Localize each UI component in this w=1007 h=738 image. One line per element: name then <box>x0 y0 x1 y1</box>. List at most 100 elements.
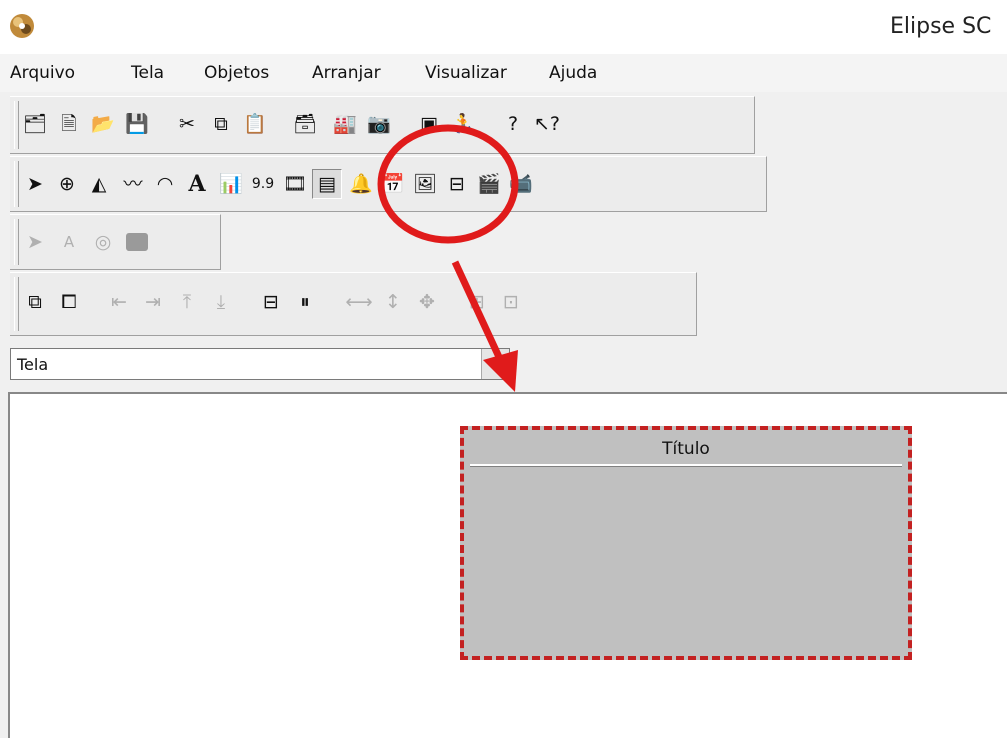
menu-objetos[interactable]: Objetos <box>204 63 269 83</box>
screenshot-button[interactable]: 📷 <box>364 109 394 139</box>
video-icon: 🎬 <box>477 172 501 195</box>
select-disabled-button[interactable]: ➤ <box>20 227 50 257</box>
new-file-button[interactable]: 🗎 <box>54 109 84 139</box>
align-top-icon: ⤒ <box>182 290 192 313</box>
draw-tool-button[interactable]: ◭ <box>84 169 114 199</box>
grid-icon: ⊡ <box>503 290 519 313</box>
setpoint-tool-button[interactable]: ⊕ <box>52 169 82 199</box>
bar-chart-icon: 📊 <box>219 172 243 195</box>
browser-tool-button[interactable]: 📅 <box>378 169 408 199</box>
run-test-button[interactable]: ▣ <box>414 109 444 139</box>
chevron-down-icon <box>490 361 500 367</box>
alarm-summary-icon: ▤ <box>318 172 336 195</box>
toolbar-grip[interactable] <box>14 161 19 207</box>
camera-tool-button[interactable]: 📹 <box>506 169 536 199</box>
video-tool-button[interactable]: 🎬 <box>474 169 504 199</box>
toolbar-grip[interactable] <box>14 277 19 331</box>
same-size-button[interactable]: ⊞ <box>462 287 492 317</box>
scissors-icon: ✂ <box>179 112 195 135</box>
paste-button[interactable]: 📋 <box>240 109 270 139</box>
center-vertical-icon: ⏸ <box>300 290 310 313</box>
context-help-button[interactable]: ↖? <box>532 109 562 139</box>
calendar-icon: 📅 <box>381 172 405 195</box>
text-tool-button[interactable]: A <box>182 169 212 199</box>
align-left-icon: ⇤ <box>111 290 127 313</box>
screen-selector-dropdown-button[interactable] <box>481 349 509 379</box>
application-button[interactable]: 🏭 <box>330 109 360 139</box>
menu-arquivo[interactable]: Arquivo <box>10 63 75 83</box>
toolbar-grip[interactable] <box>14 101 19 149</box>
alarm-summary-tool-button[interactable]: ▤ <box>312 169 342 199</box>
cut-button[interactable]: ✂ <box>172 109 202 139</box>
menu-visualizar[interactable]: Visualizar <box>425 63 507 83</box>
menu-ajuda[interactable]: Ajuda <box>549 63 597 83</box>
display-tool-button[interactable]: 9.9 <box>248 169 278 199</box>
align-bottom-icon: ⤓ <box>216 290 226 313</box>
arrow-question-icon: ↖? <box>533 112 560 135</box>
bell-icon: 🔔 <box>349 172 373 195</box>
space-horizontal-icon: ⟷ <box>345 290 373 313</box>
alarm-tool-button[interactable]: 🔔 <box>346 169 376 199</box>
gauge-icon: ◠ <box>156 172 174 195</box>
run-button[interactable]: 🏃 <box>448 109 478 139</box>
activex-tool-button[interactable]: ⊟ <box>442 169 472 199</box>
open-button[interactable]: 📂 <box>88 109 118 139</box>
space-horizontal-button[interactable]: ⟷ <box>344 287 374 317</box>
new-app-button[interactable]: 🗂 <box>20 109 50 139</box>
align-right-button[interactable]: ⇥ <box>138 287 168 317</box>
animation-tool-button[interactable]: 🎞 <box>280 169 310 199</box>
send-back-icon: ⧠ <box>61 290 77 313</box>
help-button[interactable]: ? <box>498 109 528 139</box>
shape-disabled-button[interactable]: ◎ <box>88 227 118 257</box>
text-disabled-button[interactable]: A <box>54 227 84 257</box>
gauge-tool-button[interactable]: ◠ <box>150 169 180 199</box>
trend-icon: 〰 <box>123 172 143 195</box>
film-strip-icon: 🎞 <box>282 172 308 195</box>
screen-selector-value: Tela <box>17 355 49 374</box>
shapes-icon: ◭ <box>91 172 107 195</box>
center-horizontal-button[interactable]: ⊟ <box>256 287 286 317</box>
rounded-rectangle-icon <box>126 233 148 251</box>
center-vertical-button[interactable]: ⏸ <box>290 287 320 317</box>
space-vertical-icon: ↕ <box>385 290 401 313</box>
same-size-icon: ⊞ <box>469 290 485 313</box>
grid-align-button[interactable]: ⊡ <box>496 287 526 317</box>
space-vertical-button[interactable]: ↕ <box>378 287 408 317</box>
clipboard-icon: 📋 <box>243 112 267 135</box>
text-icon: A <box>188 171 206 197</box>
drawing-toolbar: ➤ A ◎ <box>10 214 221 270</box>
menu-arranjar[interactable]: Arranjar <box>312 63 381 83</box>
center-both-icon: ✥ <box>419 290 435 313</box>
picture-icon: 🖼 <box>412 172 438 195</box>
picture-tool-button[interactable]: 🖼 <box>410 169 440 199</box>
numeric-display-icon: 9.9 <box>251 176 275 192</box>
organizer-button[interactable]: 🗃 <box>290 109 320 139</box>
arrange-toolbar: ⧉ ⧠ ⇤ ⇥ ⤒ ⤓ ⊟ ⏸ ⟷ ↕ ✥ ⊞ ⊡ <box>10 272 697 336</box>
align-bottom-button[interactable]: ⤓ <box>206 287 236 317</box>
alarm-summary-object[interactable]: Título <box>460 426 912 660</box>
new-folder-icon: 🗂 <box>22 112 48 135</box>
tree-icon: 🗃 <box>292 112 318 135</box>
setpoint-icon: ⊕ <box>59 172 75 195</box>
align-top-button[interactable]: ⤒ <box>172 287 202 317</box>
trend-tool-button[interactable]: 〰 <box>118 169 148 199</box>
factory-icon: 🏭 <box>333 112 357 135</box>
open-folder-icon: 📂 <box>91 112 115 135</box>
save-button[interactable]: 💾 <box>122 109 152 139</box>
camera-icon: 📷 <box>367 112 391 135</box>
app-logo-icon <box>10 14 34 38</box>
floppy-disk-icon: 💾 <box>125 112 149 135</box>
align-left-button[interactable]: ⇤ <box>104 287 134 317</box>
bring-to-front-button[interactable]: ⧉ <box>20 287 50 317</box>
rectangle-disabled-button[interactable] <box>122 227 152 257</box>
question-mark-icon: ? <box>507 112 519 135</box>
copy-button[interactable]: ⧉ <box>206 109 236 139</box>
toolbar-grip[interactable] <box>14 219 19 265</box>
screen-selector[interactable]: Tela <box>10 348 510 380</box>
bar-tool-button[interactable]: 📊 <box>216 169 246 199</box>
send-to-back-button[interactable]: ⧠ <box>54 287 84 317</box>
text-icon: A <box>63 232 75 251</box>
select-tool-button[interactable]: ➤ <box>20 169 50 199</box>
center-both-button[interactable]: ✥ <box>412 287 442 317</box>
menu-tela[interactable]: Tela <box>131 63 164 83</box>
